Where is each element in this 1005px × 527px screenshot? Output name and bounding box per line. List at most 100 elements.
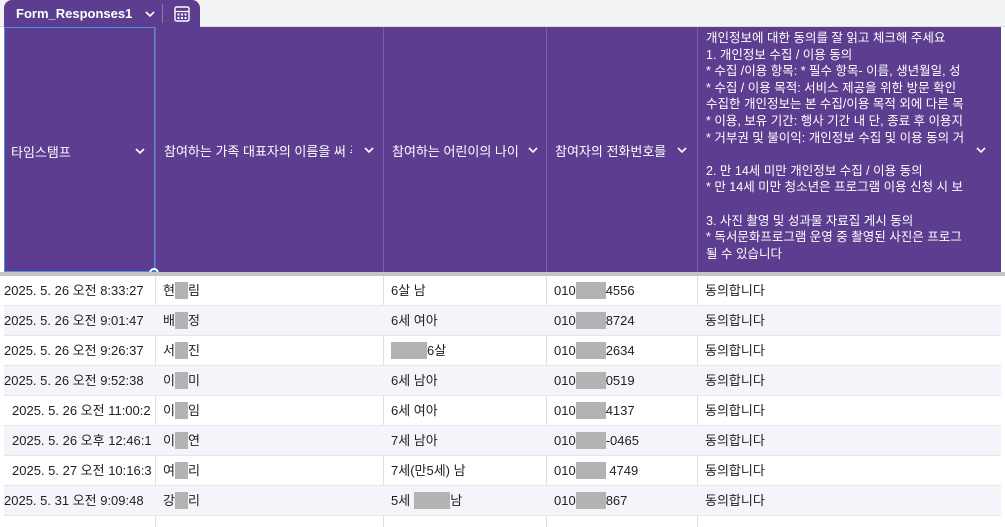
- phone-cell[interactable]: 010 4137: [554, 396, 694, 426]
- age-cell[interactable]: 5세 남: [391, 486, 541, 516]
- phone-cell[interactable]: 010 8724: [554, 306, 694, 336]
- name-last: 연: [187, 433, 200, 448]
- header-row: 타임스탬프 참여하는 가족 대표자의 이름을 써 주 참여하는 어린이의 나이 …: [4, 27, 1001, 272]
- column-header-representative-name[interactable]: 참여하는 가족 대표자의 이름을 써 주: [155, 27, 383, 272]
- consent-cell[interactable]: 동의합니다: [705, 486, 995, 516]
- redaction-block: [391, 342, 427, 360]
- column-header-consent[interactable]: 개인정보에 대한 동의를 잘 읽고 체크해 주세요 1. 개인정보 수집 / 이…: [697, 27, 1001, 272]
- phone-suffix: 4137: [605, 403, 635, 418]
- redaction-block: [174, 372, 188, 390]
- timestamp-cell[interactable]: 2025. 5. 26 오전 9:01:47: [4, 306, 155, 336]
- redaction-block: [174, 492, 188, 510]
- name-last: 리: [187, 493, 200, 508]
- chevron-down-icon[interactable]: [675, 143, 689, 157]
- chevron-down-icon[interactable]: [362, 143, 376, 157]
- timestamp-cell[interactable]: 2025. 5. 26 오후 12:46:1: [4, 426, 155, 456]
- phone-cell[interactable]: 010 2634: [554, 336, 694, 366]
- redaction-block: [575, 312, 606, 330]
- phone-prefix: 010: [554, 313, 576, 328]
- column-header-timestamp[interactable]: 타임스탬프: [4, 27, 155, 272]
- redaction-block: [174, 282, 188, 300]
- age-text: 6세 남아: [391, 373, 438, 388]
- age-text-suffix: 남: [450, 493, 463, 508]
- consent-cell[interactable]: 동의합니다: [705, 396, 995, 426]
- consent-cell[interactable]: 동의합니다: [705, 306, 995, 336]
- name-cell[interactable]: 서진: [163, 336, 379, 366]
- sheet-tab-label: Form_Responses1: [16, 6, 133, 21]
- phone-suffix: -0465: [605, 433, 639, 448]
- table-row: 2025. 5. 26 오전 8:33:27 현림 6살 남 010 4556 동…: [4, 276, 1001, 306]
- name-first: 이: [163, 433, 175, 448]
- table-row: 2025. 5. 26 오전 9:52:38 이미 6세 남아 010 0519 …: [4, 366, 1001, 396]
- name-last: 정: [187, 313, 200, 328]
- name-last: 리: [187, 463, 200, 478]
- consent-header-text: 개인정보에 대한 동의를 잘 읽고 체크해 주세요 1. 개인정보 수집 / 이…: [706, 31, 965, 261]
- redaction-block: [575, 432, 606, 450]
- chevron-down-icon[interactable]: [133, 144, 147, 158]
- phone-suffix: 4749: [605, 463, 639, 478]
- age-cell[interactable]: 6세 여아: [391, 306, 541, 336]
- age-cell[interactable]: 7세(만5세) 남: [391, 456, 541, 486]
- consent-cell[interactable]: 동의합니다: [705, 366, 995, 396]
- age-cell[interactable]: 6세 여아: [391, 396, 541, 426]
- table-body: 2025. 5. 26 오전 8:33:27 현림 6살 남 010 4556 동…: [4, 276, 1001, 516]
- age-text: 5세: [391, 493, 411, 508]
- age-cell[interactable]: 6살 남: [391, 276, 541, 306]
- phone-cell[interactable]: 010 4556: [554, 276, 694, 306]
- phone-cell[interactable]: 010 -0465: [554, 426, 694, 456]
- chevron-down-icon[interactable]: [974, 143, 988, 157]
- phone-cell[interactable]: 010 867: [554, 486, 694, 516]
- age-text: 7세 남아: [391, 433, 438, 448]
- table-row: 2025. 5. 26 오후 12:46:1 이연 7세 남아 010 -0465…: [4, 426, 1001, 456]
- chevron-down-icon[interactable]: [142, 6, 158, 22]
- name-last: 림: [187, 283, 200, 298]
- age-text: 6살: [427, 343, 447, 358]
- redaction-block: [575, 342, 606, 360]
- name-first: 서: [163, 343, 175, 358]
- name-cell[interactable]: 강리: [163, 486, 379, 516]
- calculator-icon[interactable]: [172, 4, 192, 24]
- age-cell[interactable]: 6세 남아: [391, 366, 541, 396]
- name-first: 배: [163, 313, 175, 328]
- name-cell[interactable]: 여리: [163, 456, 379, 486]
- table-row: 2025. 5. 26 오전 9:26:37 서진 6살 010 2634 동의합…: [4, 336, 1001, 366]
- phone-cell[interactable]: 010 0519: [554, 366, 694, 396]
- age-cell[interactable]: 7세 남아: [391, 426, 541, 456]
- name-cell[interactable]: 이미: [163, 366, 379, 396]
- name-cell[interactable]: 현림: [163, 276, 379, 306]
- redaction-block: [174, 462, 188, 480]
- redaction-block: [575, 462, 606, 480]
- timestamp-cell[interactable]: 2025. 5. 26 오전 9:26:37: [4, 336, 155, 366]
- timestamp-cell[interactable]: 2025. 5. 27 오전 10:16:3: [4, 456, 155, 486]
- redaction-block: [174, 312, 188, 330]
- age-text: 6살 남: [391, 283, 426, 298]
- table-row: 2025. 5. 27 오전 10:16:3 여리 7세(만5세) 남 010 …: [4, 456, 1001, 486]
- phone-prefix: 010: [554, 463, 576, 478]
- chevron-down-icon[interactable]: [526, 143, 540, 157]
- phone-cell[interactable]: 010 4749: [554, 456, 694, 486]
- name-cell[interactable]: 이임: [163, 396, 379, 426]
- column-header-child-age[interactable]: 참여하는 어린이의 나이: [383, 27, 546, 272]
- name-last: 진: [187, 343, 200, 358]
- phone-prefix: 010: [554, 343, 576, 358]
- phone-prefix: 010: [554, 283, 576, 298]
- timestamp-cell[interactable]: 2025. 5. 26 오전 9:52:38: [4, 366, 155, 396]
- age-text: 7세(만5세) 남: [391, 463, 466, 478]
- name-first: 이: [163, 403, 175, 418]
- consent-cell[interactable]: 동의합니다: [705, 276, 995, 306]
- timestamp-cell[interactable]: 2025. 5. 26 오전 11:00:2: [4, 396, 155, 426]
- sheet-tab[interactable]: Form_Responses1: [4, 0, 200, 27]
- name-cell[interactable]: 이연: [163, 426, 379, 456]
- phone-suffix: 0519: [605, 373, 635, 388]
- name-cell[interactable]: 배정: [163, 306, 379, 336]
- consent-cell[interactable]: 동의합니다: [705, 456, 995, 486]
- age-cell[interactable]: 6살: [391, 336, 541, 366]
- column-header-phone[interactable]: 참여자의 전화번호를: [546, 27, 697, 272]
- tab-divider: [162, 4, 163, 23]
- phone-suffix: 8724: [605, 313, 635, 328]
- timestamp-cell[interactable]: 2025. 5. 26 오전 8:33:27: [4, 276, 155, 306]
- timestamp-cell[interactable]: 2025. 5. 31 오전 9:09:48: [4, 486, 155, 516]
- consent-cell[interactable]: 동의합니다: [705, 426, 995, 456]
- name-last: 미: [187, 373, 200, 388]
- consent-cell[interactable]: 동의합니다: [705, 336, 995, 366]
